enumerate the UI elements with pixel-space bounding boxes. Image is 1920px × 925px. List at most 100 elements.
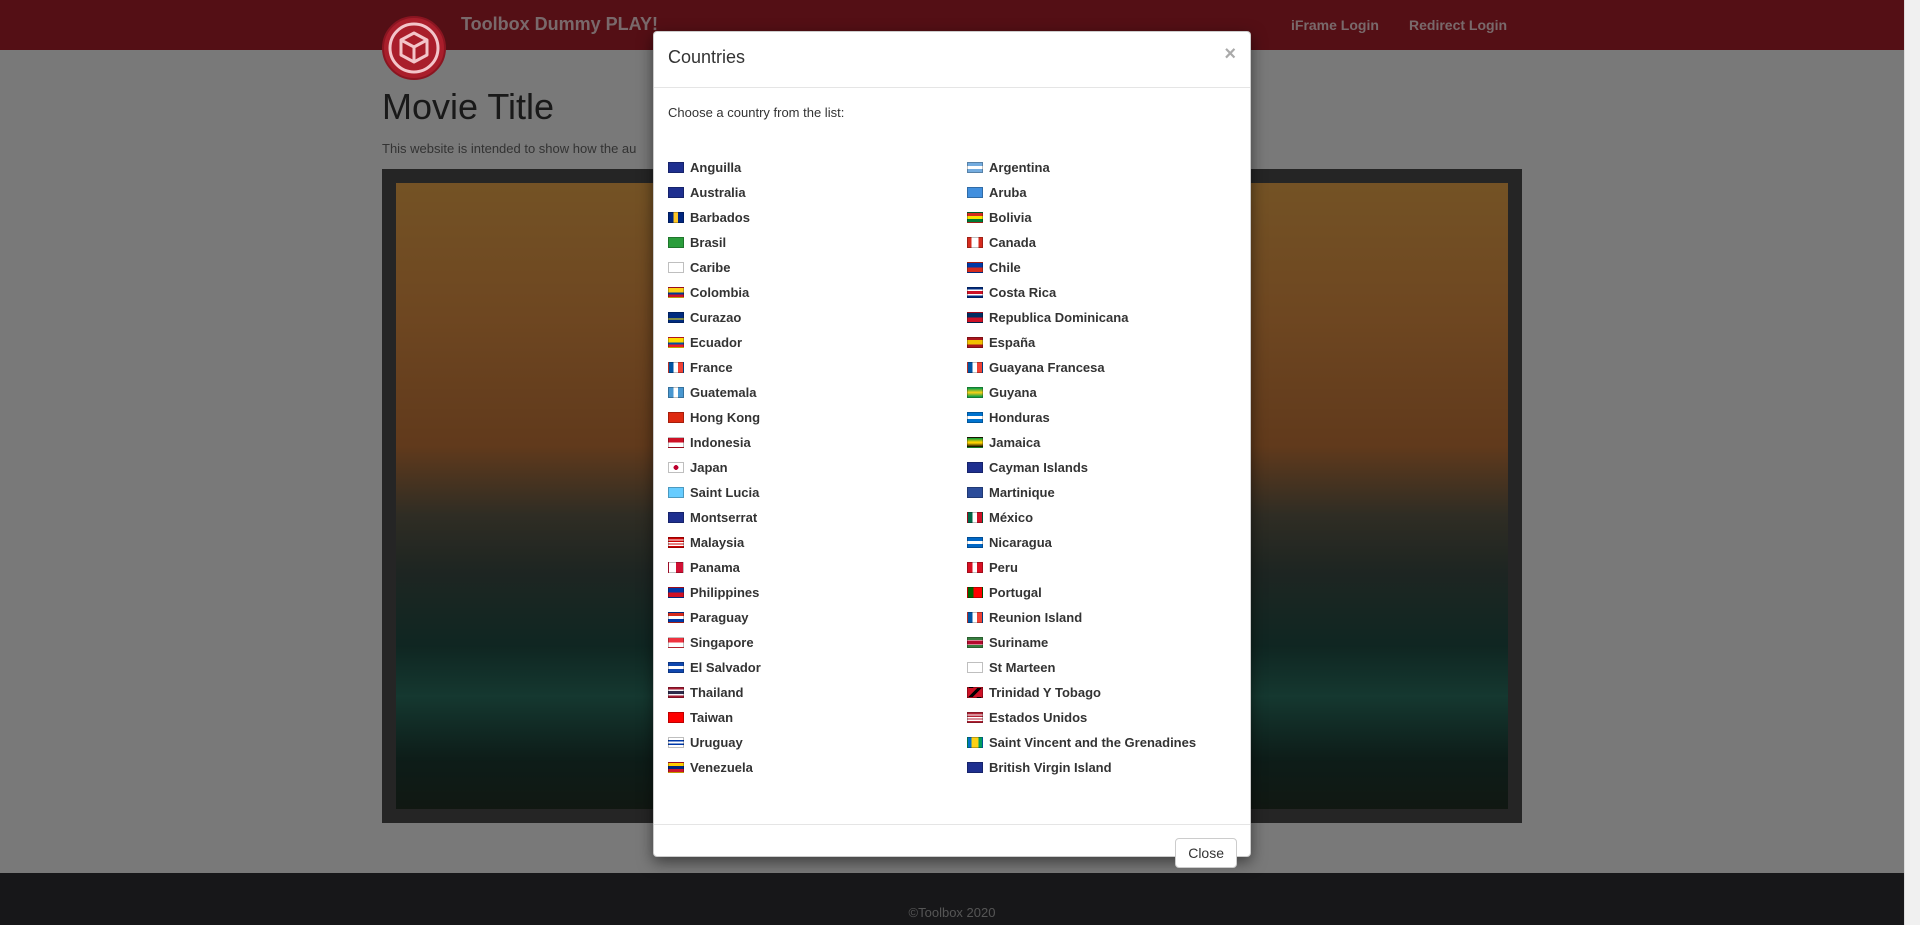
- country-item[interactable]: Panama: [668, 555, 761, 580]
- country-item[interactable]: Aruba: [967, 180, 1196, 205]
- country-item[interactable]: Guatemala: [668, 380, 761, 405]
- country-item[interactable]: Costa Rica: [967, 280, 1196, 305]
- country-name: British Virgin Island: [989, 760, 1112, 775]
- country-name: Honduras: [989, 410, 1050, 425]
- country-name: Guatemala: [690, 385, 757, 400]
- flag-icon: [668, 537, 684, 548]
- country-name: Martinique: [989, 485, 1055, 500]
- country-item[interactable]: Suriname: [967, 630, 1196, 655]
- country-item[interactable]: Nicaragua: [967, 530, 1196, 555]
- country-item[interactable]: Peru: [967, 555, 1196, 580]
- country-item[interactable]: Colombia: [668, 280, 761, 305]
- country-name: Panama: [690, 560, 740, 575]
- country-name: Caribe: [690, 260, 731, 275]
- country-item[interactable]: Australia: [668, 180, 761, 205]
- modal-body: Choose a country from the list: Anguilla…: [654, 88, 1250, 825]
- country-item[interactable]: España: [967, 330, 1196, 355]
- flag-icon: [668, 637, 684, 648]
- country-name: Bolivia: [989, 210, 1032, 225]
- country-item[interactable]: St Marteen: [967, 655, 1196, 680]
- country-item[interactable]: Guyana: [967, 380, 1196, 405]
- toolbox-logo[interactable]: [382, 16, 446, 80]
- country-name: Jamaica: [989, 435, 1041, 450]
- country-name: Estados Unidos: [989, 710, 1088, 725]
- country-item[interactable]: British Virgin Island: [967, 755, 1196, 780]
- country-list-left: Anguilla Australia Barbados Brasil Caribe Col…: [668, 155, 761, 780]
- country-item[interactable]: Singapore: [668, 630, 761, 655]
- country-item[interactable]: El Salvador: [668, 655, 761, 680]
- country-item[interactable]: Malaysia: [668, 530, 761, 555]
- country-item[interactable]: Brasil: [668, 230, 761, 255]
- flag-icon: [967, 287, 983, 298]
- vertical-scrollbar[interactable]: [1904, 0, 1920, 925]
- country-item[interactable]: France: [668, 355, 761, 380]
- country-name: France: [690, 360, 733, 375]
- country-name: St Marteen: [989, 660, 1056, 675]
- country-name: Trinidad Y Tobago: [989, 685, 1101, 700]
- country-name: Brasil: [690, 235, 727, 250]
- flag-icon: [967, 612, 983, 623]
- flag-icon: [967, 237, 983, 248]
- flag-icon: [668, 237, 684, 248]
- country-item[interactable]: Anguilla: [668, 155, 761, 180]
- country-name: Ecuador: [690, 335, 743, 350]
- country-item[interactable]: Ecuador: [668, 330, 761, 355]
- country-name: El Salvador: [690, 660, 761, 675]
- country-item[interactable]: Hong Kong: [668, 405, 761, 430]
- close-icon[interactable]: ×: [1224, 44, 1236, 64]
- country-item[interactable]: Bolivia: [967, 205, 1196, 230]
- country-item[interactable]: Reunion Island: [967, 605, 1196, 630]
- flag-icon: [668, 737, 684, 748]
- flag-icon: [668, 162, 684, 173]
- country-item[interactable]: Jamaica: [967, 430, 1196, 455]
- country-name: Canada: [989, 235, 1036, 250]
- flag-icon: [668, 487, 684, 498]
- country-name: Guyana: [989, 385, 1037, 400]
- country-item[interactable]: Indonesia: [668, 430, 761, 455]
- country-item[interactable]: Cayman Islands: [967, 455, 1196, 480]
- country-item[interactable]: Portugal: [967, 580, 1196, 605]
- country-item[interactable]: Canada: [967, 230, 1196, 255]
- country-item[interactable]: Japan: [668, 455, 761, 480]
- country-item[interactable]: Argentina: [967, 155, 1196, 180]
- flag-icon: [967, 312, 983, 323]
- country-name: Japan: [690, 460, 728, 475]
- flag-icon: [668, 437, 684, 448]
- flag-icon: [967, 562, 983, 573]
- country-item[interactable]: Barbados: [668, 205, 761, 230]
- country-item[interactable]: Taiwan: [668, 705, 761, 730]
- country-name: Guayana Francesa: [989, 360, 1105, 375]
- country-name: España: [989, 335, 1036, 350]
- flag-icon: [668, 312, 684, 323]
- country-item[interactable]: Curazao: [668, 305, 761, 330]
- modal-header: Countries ×: [654, 32, 1250, 88]
- country-item[interactable]: Martinique: [967, 480, 1196, 505]
- flag-icon: [967, 387, 983, 398]
- country-name: Saint Lucia: [690, 485, 760, 500]
- country-item[interactable]: México: [967, 505, 1196, 530]
- country-item[interactable]: Saint Vincent and the Grenadines: [967, 730, 1196, 755]
- flag-icon: [668, 662, 684, 673]
- country-item[interactable]: Guayana Francesa: [967, 355, 1196, 380]
- country-item[interactable]: Estados Unidos: [967, 705, 1196, 730]
- country-item[interactable]: Thailand: [668, 680, 761, 705]
- country-item[interactable]: Venezuela: [668, 755, 761, 780]
- country-name: Reunion Island: [989, 610, 1083, 625]
- close-button[interactable]: Close: [1175, 838, 1237, 868]
- country-item[interactable]: Saint Lucia: [668, 480, 761, 505]
- country-item[interactable]: Trinidad Y Tobago: [967, 680, 1196, 705]
- flag-icon: [967, 337, 983, 348]
- country-item[interactable]: Chile: [967, 255, 1196, 280]
- country-item[interactable]: Paraguay: [668, 605, 761, 630]
- country-item[interactable]: Caribe: [668, 255, 761, 280]
- country-item[interactable]: Montserrat: [668, 505, 761, 530]
- country-item[interactable]: Philippines: [668, 580, 761, 605]
- country-name: Portugal: [989, 585, 1042, 600]
- country-name: Philippines: [690, 585, 760, 600]
- country-item[interactable]: Uruguay: [668, 730, 761, 755]
- country-item[interactable]: Republica Dominicana: [967, 305, 1196, 330]
- country-name: Colombia: [690, 285, 750, 300]
- country-name: Curazao: [690, 310, 742, 325]
- country-name: México: [989, 510, 1034, 525]
- country-item[interactable]: Honduras: [967, 405, 1196, 430]
